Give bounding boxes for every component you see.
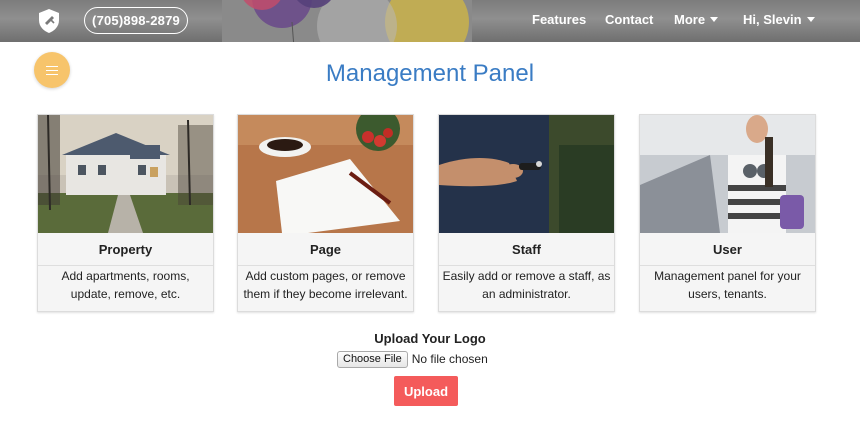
header-balloons-photo: [222, 0, 472, 42]
card-page[interactable]: Page Add custom pages, or remove them if…: [237, 114, 414, 312]
card-description: Add apartments, rooms, update, remove, e…: [61, 269, 190, 301]
nav-features-link[interactable]: Features: [532, 12, 586, 27]
page-image: [238, 115, 413, 233]
card-staff[interactable]: Staff Easily add or remove a staff, as a…: [438, 114, 615, 312]
card-property[interactable]: Property Add apartments, rooms, update, …: [37, 114, 214, 312]
card-description: Easily add or remove a staff, as an admi…: [442, 269, 611, 301]
page-title: Management Panel: [325, 60, 535, 87]
nav-user-dropdown[interactable]: Hi, Slevin: [743, 12, 815, 27]
shield-logo-icon[interactable]: [37, 8, 61, 34]
card-title: Property: [38, 233, 213, 266]
staff-image: [439, 115, 614, 233]
phone-number-button[interactable]: (705)898-2879: [84, 7, 188, 34]
nav-more-label: More: [674, 12, 706, 27]
nav-user-label: Hi, Slevin: [743, 12, 802, 27]
nav-contact-link[interactable]: Contact: [605, 12, 653, 27]
card-user[interactable]: User Management panel for your users, te…: [639, 114, 816, 312]
choose-file-button[interactable]: Choose File: [337, 350, 408, 368]
card-title: Page: [238, 233, 413, 266]
card-description: Add custom pages, or remove them if they…: [243, 269, 408, 301]
caret-down-icon: [806, 17, 815, 22]
card-title: Staff: [439, 233, 614, 266]
card-title: User: [640, 233, 815, 266]
property-image: [38, 115, 213, 233]
card-description: Management panel for your users, tenants…: [654, 269, 801, 301]
upload-button[interactable]: Upload: [394, 376, 458, 406]
phone-number: (705)898-2879: [92, 13, 180, 28]
file-status-text: No file chosen: [411, 352, 488, 366]
user-image: [640, 115, 815, 233]
nav-more-dropdown[interactable]: More: [674, 12, 719, 27]
upload-logo-label: Upload Your Logo: [374, 331, 486, 346]
file-input[interactable]: Choose File No file chosen: [337, 350, 488, 368]
caret-down-icon: [710, 17, 719, 22]
top-navbar: (705)898-2879 Features Contact More Hi, …: [0, 0, 860, 42]
